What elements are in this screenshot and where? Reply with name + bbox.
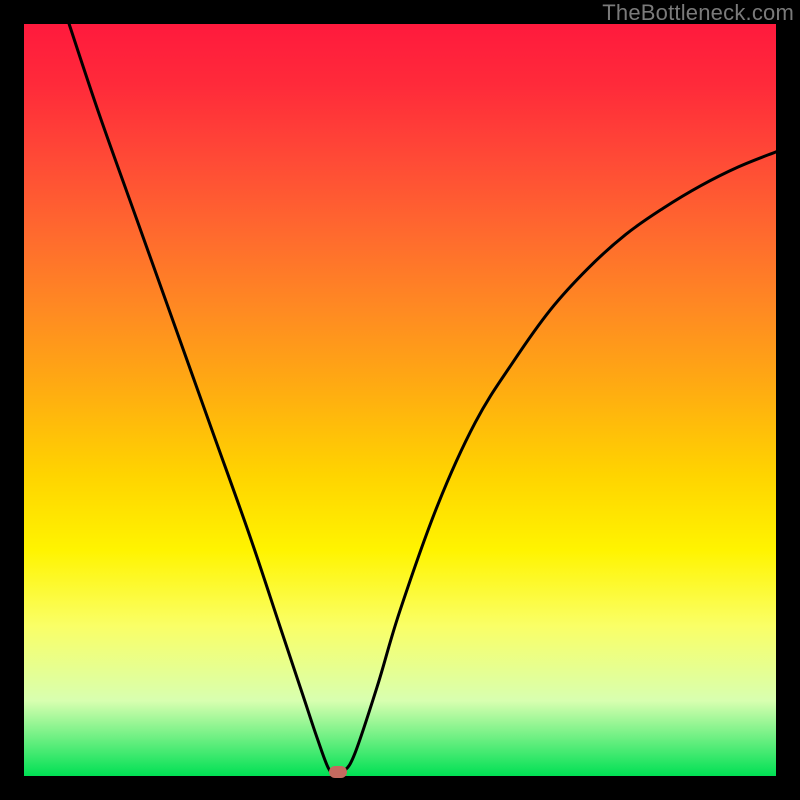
optimal-point-marker [329, 766, 347, 778]
watermark-text: TheBottleneck.com [602, 0, 794, 26]
curve-svg [24, 24, 776, 776]
chart-curve-layer [24, 24, 776, 776]
bottleneck-curve [69, 24, 776, 774]
